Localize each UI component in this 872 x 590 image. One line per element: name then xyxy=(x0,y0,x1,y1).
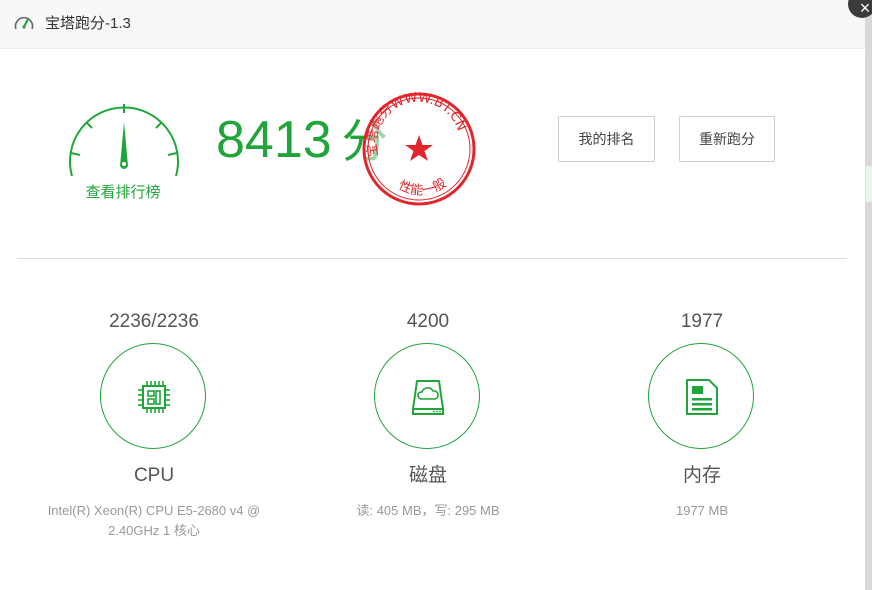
window-title: 宝塔跑分-1.3 xyxy=(45,15,131,32)
benchmark-dialog: 宝塔跑分-1.3 查看排行榜 8413分 宝塔跑分WWW.BT.CN 性能一般 … xyxy=(0,0,865,590)
disk-cloud-icon xyxy=(412,380,444,415)
score-value: 8413 xyxy=(216,111,332,169)
disk-icon-circle xyxy=(374,343,480,449)
background-window-edge xyxy=(865,0,872,590)
cpu-label: CPU xyxy=(133,465,175,486)
disk-detail: 读: 405 MB，写: 295 MB xyxy=(356,503,500,518)
speedometer-icon xyxy=(14,16,34,30)
my-rank-button[interactable]: 我的排名 xyxy=(558,116,655,162)
cpu-chip-icon xyxy=(138,381,170,413)
title-bar: 宝塔跑分-1.3 xyxy=(0,0,865,49)
rating-stamp: 宝塔跑分WWW.BT.CN 性能一般 xyxy=(362,90,476,206)
memory-detail: 1977 MB xyxy=(675,503,729,518)
cpu-icon-circle xyxy=(100,343,206,449)
cpu-score: 2236/2236 xyxy=(109,311,199,332)
disk-score: 4200 xyxy=(406,311,450,332)
cpu-detail: Intel(R) Xeon(R) CPU E5-2680 v4 @ 2.40GH… xyxy=(47,503,261,538)
disk-label: 磁盘 xyxy=(408,465,447,486)
memory-score: 1977 xyxy=(680,311,724,332)
divider xyxy=(17,258,847,259)
rerun-benchmark-button[interactable]: 重新跑分 xyxy=(679,116,775,162)
memory-document-icon xyxy=(686,379,718,415)
memory-icon-circle xyxy=(648,343,754,449)
leaderboard-link[interactable]: 查看排行榜 xyxy=(63,181,183,202)
gauge-icon[interactable] xyxy=(66,100,182,180)
close-icon: × xyxy=(859,0,871,18)
memory-label: 内存 xyxy=(682,465,721,486)
